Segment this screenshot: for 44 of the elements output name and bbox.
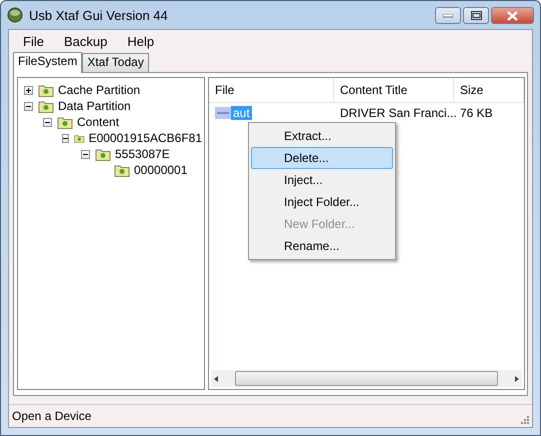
menu-bar-item[interactable]: Backup: [54, 34, 118, 48]
menu-item[interactable]: Delete...: [251, 147, 393, 169]
menu-item[interactable]: Rename...: [251, 235, 393, 257]
tree-item[interactable]: Data Partition: [56, 99, 133, 113]
folder-icon: [95, 148, 111, 160]
menu-item[interactable]: Inject...: [251, 169, 393, 191]
folder-icon: [114, 164, 130, 176]
table-cell-text: 76 KB: [459, 106, 494, 120]
folder-icon: [57, 116, 73, 128]
folder-icon: [38, 84, 54, 96]
status-text: Open a Device: [12, 409, 92, 423]
menu-bar-item[interactable]: Help: [117, 34, 164, 48]
resize-grip-icon[interactable]: [520, 415, 530, 425]
horizontal-scrollbar[interactable]: [211, 370, 522, 387]
menu-item[interactable]: Inject Folder...: [251, 191, 393, 213]
tab[interactable]: FileSystem: [13, 52, 82, 73]
window-title: Usb Xtaf Gui Version 44: [29, 8, 168, 22]
file-icon: [215, 107, 231, 120]
maximize-button[interactable]: [463, 7, 489, 24]
app-logo-icon: [7, 7, 23, 23]
tree-item[interactable]: 00000001: [132, 163, 190, 177]
menu-bar-item[interactable]: File: [13, 34, 54, 48]
close-icon: [507, 10, 518, 20]
collapse-icon[interactable]: [81, 150, 90, 158]
minimize-icon: [443, 14, 453, 18]
column-header[interactable]: File: [209, 78, 334, 102]
tree-item[interactable]: 5553087E: [113, 147, 172, 161]
expand-icon[interactable]: [24, 86, 33, 94]
close-button[interactable]: [491, 7, 534, 24]
collapse-icon[interactable]: [43, 118, 52, 126]
tree-item[interactable]: E00001915ACB6F81: [86, 131, 204, 145]
column-header[interactable]: Content Title: [334, 78, 454, 102]
tab[interactable]: Xtaf Today: [82, 53, 149, 72]
collapse-icon[interactable]: [62, 134, 69, 142]
folder-icon: [38, 100, 54, 112]
column-header[interactable]: Size: [454, 78, 524, 102]
minimize-button[interactable]: [435, 7, 461, 24]
tree-item[interactable]: Content: [75, 115, 122, 129]
menu-item[interactable]: Extract...: [251, 125, 393, 147]
scroll-thumb[interactable]: [235, 371, 498, 386]
maximize-icon: [470, 11, 482, 20]
tree-item[interactable]: Cache Partition: [56, 83, 142, 97]
table-cell-text: DRIVER San Franci...: [339, 106, 454, 120]
collapse-icon[interactable]: [24, 102, 33, 110]
